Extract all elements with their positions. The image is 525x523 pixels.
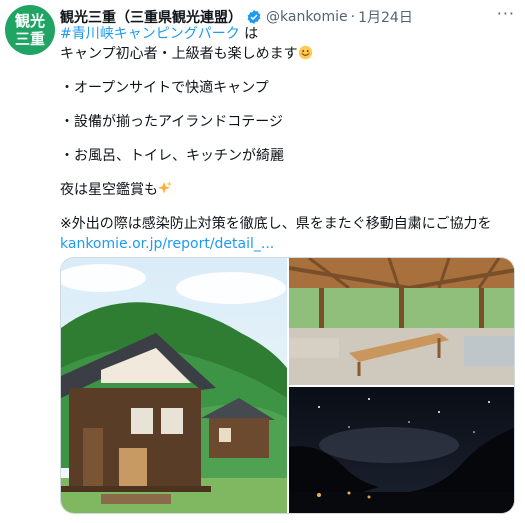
report-link[interactable]: kankomie.or.jp/report/detail_... xyxy=(60,236,274,252)
stars-text: 夜は星空鑑賞も xyxy=(60,182,158,198)
hashtag-link[interactable]: #青川峡キャンピングパーク xyxy=(60,26,240,42)
night-sky-photo[interactable] xyxy=(289,387,514,513)
tweet-line-stars: 夜は星空鑑賞も xyxy=(60,180,515,200)
header-separator: · xyxy=(350,9,356,25)
line1-suffix: は xyxy=(239,26,259,42)
line2-text: キャンプ初心者・上級者も楽しめます xyxy=(60,46,298,62)
more-options-icon[interactable]: ··· xyxy=(497,4,515,23)
cottage-photo[interactable] xyxy=(61,258,287,513)
verified-badge-icon xyxy=(247,10,261,24)
smiling-face-emoji-icon xyxy=(298,45,312,60)
bullet-facilities: ・お風呂、トイレ、キッチンが綺麗 xyxy=(60,148,284,164)
link-line: kankomie.or.jp/report/detail_... xyxy=(60,234,515,254)
tweet-card[interactable]: 観光 三重 観光三重（三重県観光連盟） @kankomie · 1月24日 ··… xyxy=(0,0,525,523)
tweet-line-hashtag: #青川峡キャンピングパーク は xyxy=(60,24,515,44)
notice-text: ※外出の際は感染防止対策を徹底し、県をまたぐ移動自粛にご協力を xyxy=(60,216,492,232)
kitchen-pavilion-photo[interactable] xyxy=(289,258,514,385)
tweet-text: #青川峡キャンピングパーク は キャンプ初心者・上級者も楽しめます ・オープンサ… xyxy=(60,24,515,254)
avatar-text-top: 観光 xyxy=(14,12,45,30)
media-grid xyxy=(60,257,515,514)
bullet-open-site: ・オープンサイトで快適キャンプ xyxy=(60,80,269,96)
handle[interactable]: @kankomie xyxy=(266,9,348,25)
avatar[interactable]: 観光 三重 xyxy=(5,5,55,55)
tweet-line-2: キャンプ初心者・上級者も楽しめます xyxy=(60,44,515,64)
avatar-text-bottom: 三重 xyxy=(14,30,45,48)
bullet-cottage: ・設備が揃ったアイランドコテージ xyxy=(60,114,284,130)
sparkles-emoji-icon xyxy=(158,181,173,194)
